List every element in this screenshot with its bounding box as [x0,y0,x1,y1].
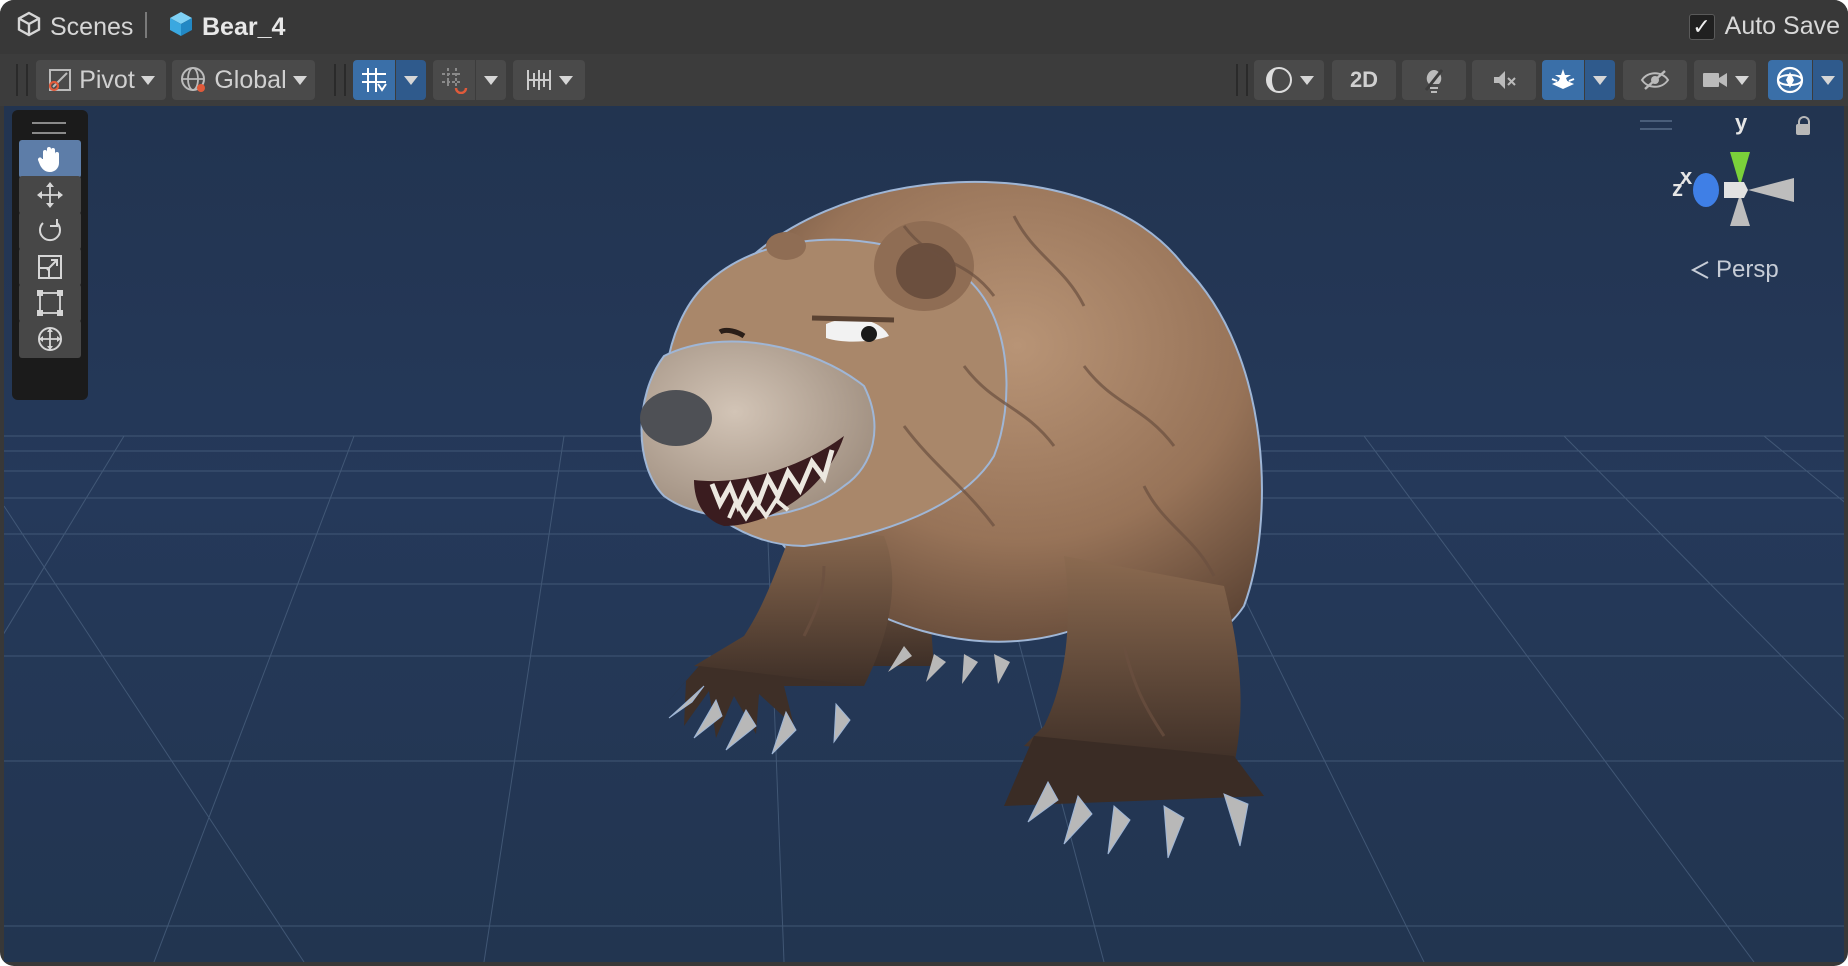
chevron-down-icon [1735,75,1749,85]
gizmos-dropdown[interactable] [1813,60,1843,100]
hand-icon [37,147,59,172]
scene-toolbar: Pivot Global 2D [0,54,1848,106]
breadcrumb-bar: Scenes Bear_4 ✓ Auto Save [0,0,1848,54]
toolbar-grip[interactable] [16,64,28,96]
transform-icon [38,327,62,351]
z-axis-label[interactable]: z [1672,176,1683,202]
increment-snap-button[interactable] [433,60,475,100]
toolbar-grip[interactable] [1236,64,1248,96]
shading-sphere-icon [1266,67,1292,93]
draw-mode-dropdown[interactable] [1254,60,1324,100]
grid-snap-icon [362,68,387,92]
chevron-down-icon [404,75,418,85]
gizmo-sphere-icon [1776,66,1804,94]
eye-slash-icon [1640,70,1670,90]
speaker-muted-icon [1494,71,1516,89]
scene-render [4,106,1844,962]
global-dropdown[interactable]: Global [172,60,315,100]
orientation-gizmo[interactable] [1664,126,1804,256]
y-axis-label[interactable]: y [1735,110,1747,136]
chevron-down-icon [292,75,307,85]
2d-toggle-button[interactable]: 2D [1332,60,1396,100]
audio-toggle-button[interactable] [1472,60,1536,100]
breadcrumb-scenes[interactable]: Scenes [16,10,133,44]
projection-label: Persp [1716,256,1779,283]
ruler-icon [527,70,551,90]
2d-label: 2D [1349,67,1379,92]
move-tool-button[interactable] [19,176,81,214]
lighting-toggle-button[interactable] [1402,60,1466,100]
increment-snap-dropdown[interactable] [476,60,506,100]
scene-viewport[interactable]: y x z Persp [4,106,1844,962]
rotate-icon [39,219,61,242]
palette-drag-handle[interactable] [32,122,66,134]
auto-save-toggle[interactable]: ✓ Auto Save [1688,12,1840,41]
tool-palette [12,110,88,400]
gizmos-toggle-button[interactable] [1768,60,1812,100]
camera-settings-dropdown[interactable] [1694,60,1756,100]
hidden-objects-toggle-button[interactable] [1623,60,1687,100]
video-camera-icon [1703,73,1727,87]
scale-tool-button[interactable] [19,248,81,286]
breadcrumb-separator [145,12,147,38]
lightbulb-off-icon [1424,69,1444,93]
rect-tool-button[interactable] [19,284,81,322]
pivot-dropdown[interactable]: Pivot [36,60,166,100]
rect-transform-icon [37,290,63,316]
breadcrumb-bear-label: Bear_4 [202,12,286,41]
unity-logo-icon [16,11,42,44]
pivot-label: Pivot [79,65,135,94]
rotate-tool-button[interactable] [19,212,81,250]
pivot-icon [49,69,72,92]
increment-snap-icon [442,68,468,94]
globe-icon [181,67,206,92]
auto-save-checkbox[interactable]: ✓ [1688,13,1715,40]
chevron-down-icon [140,75,155,85]
layers-effects-icon [1551,69,1575,89]
chevron-down-icon [484,75,498,85]
prefab-cube-icon [168,10,194,45]
scale-icon [38,255,62,279]
grid-snap-dropdown[interactable] [396,60,426,100]
toolbar-grip[interactable] [334,64,346,96]
chevron-down-icon [1593,75,1607,85]
chevron-left-icon [1690,261,1709,279]
effects-dropdown[interactable] [1585,60,1615,100]
auto-save-label: Auto Save [1724,12,1840,40]
move-arrows-icon [37,182,63,208]
chevron-down-icon [559,75,573,85]
effects-toggle-button[interactable] [1542,60,1584,100]
chevron-down-icon [1300,75,1314,85]
grid-snap-button[interactable] [353,60,395,100]
projection-toggle[interactable]: Persp [1690,256,1779,284]
global-label: Global [214,65,287,94]
hand-tool-button[interactable] [19,140,81,178]
transform-tool-button[interactable] [19,320,81,358]
breadcrumb-scenes-label: Scenes [50,12,134,41]
snap-settings-dropdown[interactable] [513,60,585,100]
breadcrumb-bear[interactable]: Bear_4 [168,10,285,44]
chevron-down-icon [1821,75,1835,85]
scene-view-window: Scenes Bear_4 ✓ Auto Save Pivot Global 2… [0,0,1848,966]
